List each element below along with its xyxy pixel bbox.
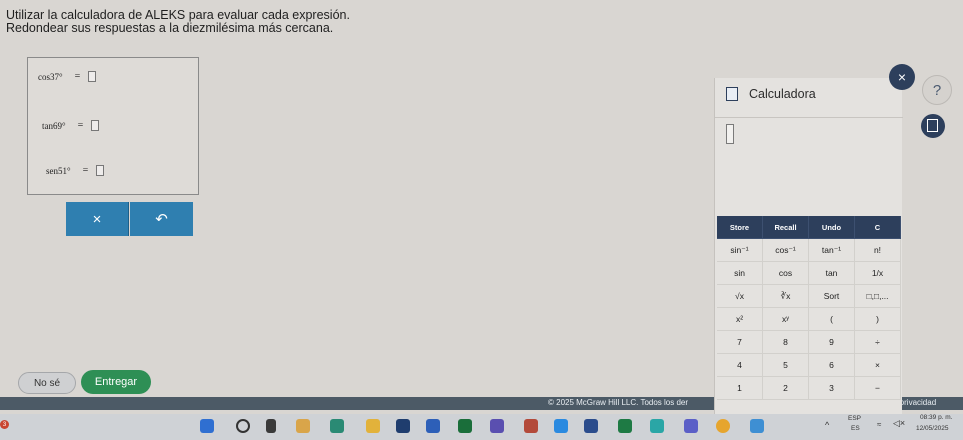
key-cos[interactable]: cos [763,262,809,285]
key-1[interactable]: 1 [717,377,763,400]
close-calculator-button[interactable]: × [889,64,915,90]
key-factorial[interactable]: n! [855,239,901,262]
speaker-icon[interactable]: ◁× [893,418,905,429]
key-arccos[interactable]: cos⁻¹ [763,239,809,262]
no-se-button[interactable]: No sé [18,372,76,394]
teams-icon[interactable] [684,419,698,433]
app-icon[interactable] [750,419,764,433]
key-store[interactable]: Store [717,216,763,239]
key-sqrt[interactable]: √x [717,285,763,308]
expression-label: tan69° [42,120,66,131]
problem-panel: cos37° = tan69° = sen51° = [27,57,199,195]
chrome-icon[interactable] [716,419,730,433]
equals-sign: = [82,165,89,176]
key-cbrt[interactable]: ∛x [763,285,809,308]
key-close-paren[interactable]: ) [855,308,901,331]
language-region: ES [851,425,860,432]
language-code[interactable]: ESP [848,415,861,422]
key-arcsin[interactable]: sin⁻¹ [717,239,763,262]
excel-icon[interactable] [618,419,632,433]
key-reciprocal[interactable]: 1/x [855,262,901,285]
calculator-icon [726,87,738,101]
task-view-icon[interactable] [266,419,276,433]
key-tan[interactable]: tan [809,262,855,285]
key-list[interactable]: □,□,... [855,285,901,308]
undo-button[interactable]: ↶ [130,202,193,236]
entregar-button[interactable]: Entregar [81,370,151,394]
answer-input-tan69[interactable] [91,120,100,131]
key-8[interactable]: 8 [763,331,809,354]
key-minus[interactable]: − [855,377,901,400]
key-2[interactable]: 2 [763,377,809,400]
answer-actions: × ↶ [66,202,194,236]
key-sort[interactable]: Sort [809,285,855,308]
chevron-up-icon[interactable]: ^ [825,420,829,430]
help-button[interactable]: ? [922,75,952,105]
windows-start-icon[interactable] [200,419,214,433]
clock-time[interactable]: 08:39 p. m. [920,414,953,421]
app-icon[interactable] [490,419,504,433]
notification-badge: 3 [0,420,9,429]
answer-input-sen51[interactable] [96,165,105,176]
expression-label: cos37° [38,71,63,82]
key-power[interactable]: xʸ [763,308,809,331]
powerpoint-icon[interactable] [524,419,538,433]
edge-browser-icon[interactable] [330,419,344,433]
key-open-paren[interactable]: ( [809,308,855,331]
calculator-toggle-button[interactable] [921,114,945,138]
key-arctan[interactable]: tan⁻¹ [809,239,855,262]
key-9[interactable]: 9 [809,331,855,354]
key-3[interactable]: 3 [809,377,855,400]
search-icon[interactable] [236,419,250,433]
key-6[interactable]: 6 [809,354,855,377]
key-divide[interactable]: ÷ [855,331,901,354]
app-icon[interactable] [458,419,472,433]
clock-date[interactable]: 12/05/2025 [916,425,949,432]
key-4[interactable]: 4 [717,354,763,377]
problem-cos37: cos37° = [38,71,97,82]
instruction-line-2: Redondear sus respuestas a la diezmilési… [6,21,334,35]
key-5[interactable]: 5 [763,354,809,377]
key-sin[interactable]: sin [717,262,763,285]
clear-button[interactable]: × [66,202,129,236]
key-clear[interactable]: C [855,216,901,239]
taskbar [0,414,963,440]
word-icon[interactable] [426,419,440,433]
equals-sign: = [77,120,84,131]
expression-label: sen51° [46,165,71,176]
calculator-title: Calculadora [749,87,816,101]
problem-tan69: tan69° = [42,120,100,131]
key-recall[interactable]: Recall [763,216,809,239]
equals-sign: = [74,71,81,82]
calculator-icon [927,119,938,132]
app-icon[interactable] [554,419,568,433]
app-icon[interactable] [584,419,598,433]
calculator-keypad: Store Recall Undo C sin⁻¹ cos⁻¹ tan⁻¹ n!… [717,216,901,400]
key-7[interactable]: 7 [717,331,763,354]
key-multiply[interactable]: × [855,354,901,377]
wifi-icon[interactable]: ≈ [877,420,881,429]
key-undo[interactable]: Undo [809,216,855,239]
key-square[interactable]: x² [717,308,763,331]
instructions: Utilizar la calculadora de ALEKS para ev… [6,9,350,35]
app-icon[interactable] [650,419,664,433]
calculator-panel: Calculadora Store Recall Undo C sin⁻¹ co… [714,78,903,414]
app-icon[interactable] [396,419,410,433]
file-explorer-icon[interactable] [366,419,380,433]
problem-sen51: sen51° = [46,165,105,176]
copyright-text: © 2025 McGraw Hill LLC. Todos los der [548,398,689,407]
calculator-display[interactable] [726,124,734,144]
answer-input-cos37[interactable] [88,71,97,82]
widgets-icon[interactable] [296,419,310,433]
calculator-header: Calculadora [715,78,903,118]
